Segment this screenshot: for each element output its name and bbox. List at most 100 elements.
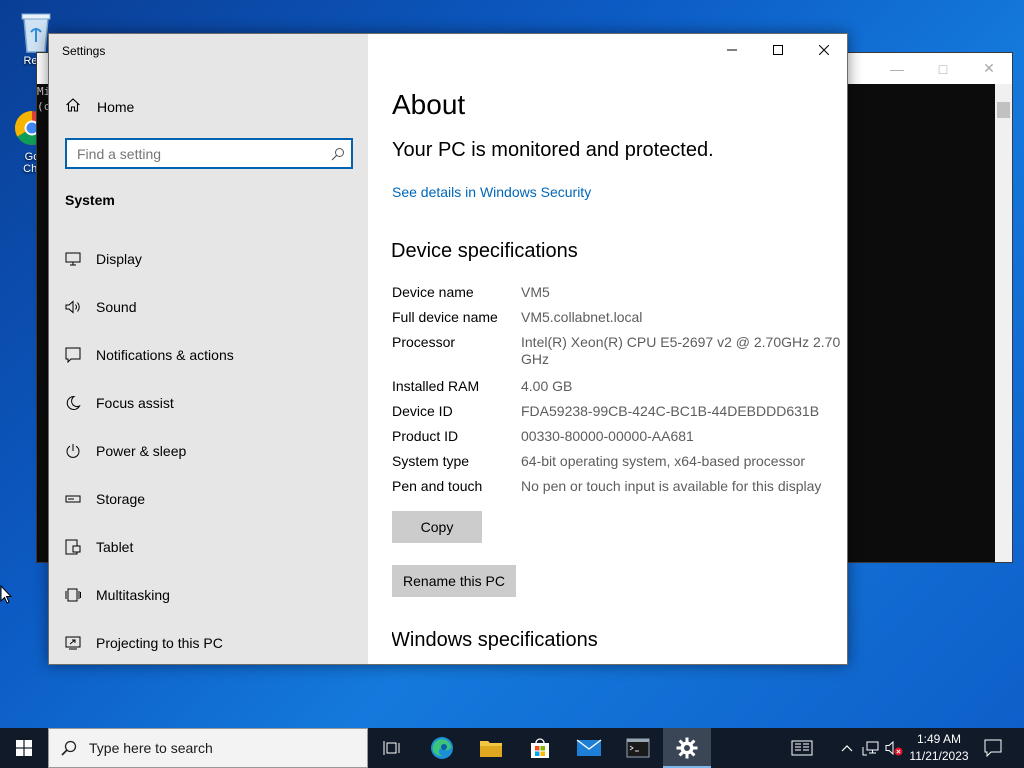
spec-value[interactable]: No pen or touch input is available for t…: [521, 478, 841, 503]
taskbar: Type here to search 1:49 AM 11/21/2023: [0, 728, 1024, 768]
edge-icon: [431, 737, 453, 759]
window-title: Settings: [62, 44, 106, 58]
settings-search-box[interactable]: [65, 138, 353, 169]
spec-key: Full device name: [392, 309, 498, 325]
nav-item-label: Multitasking: [96, 587, 170, 603]
spec-value[interactable]: VM5.collabnet.local: [521, 309, 841, 334]
spec-value[interactable]: 00330-80000-00000-AA681: [521, 428, 841, 453]
nav-item-label: Tablet: [96, 539, 134, 555]
volume-button[interactable]: [884, 728, 904, 768]
mail-taskbar-button[interactable]: [565, 728, 613, 768]
network-status-button[interactable]: [860, 728, 882, 768]
spec-key: Installed RAM: [392, 378, 480, 394]
display-icon: [64, 250, 82, 268]
settings-window[interactable]: Settings Home System Display: [48, 33, 848, 665]
windows-logo-icon: [16, 740, 32, 756]
gear-icon: [676, 737, 698, 759]
mail-icon: [576, 739, 602, 756]
nav-item-display[interactable]: Display: [49, 235, 368, 283]
store-taskbar-button[interactable]: [516, 728, 564, 768]
task-view-button[interactable]: [368, 728, 416, 768]
spec-row: Processor Intel(R) Xeon(R) CPU E5-2697 v…: [392, 334, 841, 378]
nav-item-focus-assist[interactable]: Focus assist: [49, 379, 368, 427]
spec-value[interactable]: VM5: [521, 284, 841, 309]
tablet-icon: [64, 538, 82, 556]
focus-assist-icon: [64, 394, 82, 412]
spec-row: Pen and touch No pen or touch input is a…: [392, 478, 841, 503]
nav-item-label: Focus assist: [96, 395, 174, 411]
mouse-cursor: [0, 584, 13, 610]
taskbar-search-box[interactable]: Type here to search: [48, 728, 368, 768]
volume-muted-icon: [885, 740, 903, 756]
file-explorer-icon: [480, 741, 502, 757]
spec-row: Device ID FDA59238-99CB-424C-BC1B-44DEBD…: [392, 403, 841, 428]
spec-value[interactable]: FDA59238-99CB-424C-BC1B-44DEBDDD631B: [521, 403, 841, 428]
settings-search-input[interactable]: [67, 140, 325, 167]
file-explorer-taskbar-button[interactable]: [467, 728, 515, 768]
nav-home-label: Home: [97, 99, 135, 115]
command-prompt-taskbar-button[interactable]: [614, 728, 662, 768]
spec-key: Processor: [392, 334, 456, 350]
settings-nav-pane: Settings Home System Display: [49, 34, 368, 664]
console-close-button[interactable]: ✕: [966, 53, 1012, 84]
home-icon: [65, 97, 81, 118]
spec-key: Product ID: [392, 428, 459, 444]
clock-date: 11/21/2023: [909, 749, 969, 763]
spec-key: Device ID: [392, 403, 453, 419]
news-icon: [791, 740, 813, 756]
nav-item-power-sleep[interactable]: Power & sleep: [49, 427, 368, 475]
spec-row: Device name VM5: [392, 284, 841, 309]
windows-specifications-heading: Windows specifications: [392, 629, 598, 651]
multitasking-icon: [64, 586, 82, 604]
spec-key: Device name: [392, 284, 474, 300]
console-maximize-button[interactable]: □: [920, 53, 966, 84]
console-scrollbar-thumb[interactable]: [997, 102, 1010, 118]
notifications-icon: [64, 346, 82, 364]
spec-key: System type: [392, 453, 470, 469]
nav-item-storage[interactable]: Storage: [49, 475, 368, 523]
windows-security-link[interactable]: See details in Windows Security: [392, 184, 591, 200]
show-hidden-icons-button[interactable]: [838, 728, 856, 768]
nav-item-notifications[interactable]: Notifications & actions: [49, 331, 368, 379]
taskbar-search-text: Type here to search: [89, 740, 213, 756]
protection-status: Your PC is monitored and protected.: [392, 139, 714, 161]
edge-taskbar-button[interactable]: [418, 728, 466, 768]
nav-item-label: Display: [96, 251, 142, 267]
nav-item-projecting[interactable]: Projecting to this PC: [49, 619, 368, 667]
spec-row: System type 64-bit operating system, x64…: [392, 453, 841, 478]
spec-value[interactable]: 4.00 GB: [521, 378, 841, 403]
rename-pc-button[interactable]: Rename this PC: [392, 565, 516, 597]
network-icon: [862, 741, 879, 756]
projecting-icon: [64, 634, 82, 652]
device-specifications-heading: Device specifications: [392, 240, 578, 262]
nav-section-title: System: [65, 192, 115, 208]
store-icon: [531, 738, 549, 758]
page-title: About: [392, 89, 466, 120]
nav-item-label: Sound: [96, 299, 137, 315]
action-center-button[interactable]: [978, 728, 1008, 768]
start-button[interactable]: [0, 728, 48, 768]
power-icon: [64, 442, 82, 460]
news-widget-button[interactable]: [784, 728, 820, 768]
search-icon: [49, 740, 89, 756]
search-icon[interactable]: [325, 147, 351, 161]
spec-value[interactable]: Intel(R) Xeon(R) CPU E5-2697 v2 @ 2.70GH…: [521, 334, 841, 378]
settings-taskbar-button[interactable]: [663, 728, 711, 768]
console-scrollbar[interactable]: [995, 84, 1012, 562]
nav-item-label: Storage: [96, 491, 146, 507]
spec-row: Installed RAM 4.00 GB: [392, 378, 841, 403]
about-content: About Your PC is monitored and protected…: [392, 34, 847, 664]
spec-row: Product ID 00330-80000-00000-AA681: [392, 428, 841, 453]
copy-button[interactable]: Copy: [392, 511, 482, 543]
nav-item-multitasking[interactable]: Multitasking: [49, 571, 368, 619]
nav-item-tablet[interactable]: Tablet: [49, 523, 368, 571]
taskbar-clock[interactable]: 1:49 AM 11/21/2023: [904, 731, 974, 765]
nav-home[interactable]: Home: [65, 97, 134, 117]
console-minimize-button[interactable]: —: [874, 53, 920, 84]
chevron-up-icon: [841, 745, 853, 752]
spec-value[interactable]: 64-bit operating system, x64-based proce…: [521, 453, 841, 478]
nav-item-label: Power & sleep: [96, 443, 187, 459]
task-view-icon: [383, 741, 400, 755]
device-specs-table: Device name VM5 Full device name VM5.col…: [392, 284, 841, 503]
nav-item-sound[interactable]: Sound: [49, 283, 368, 331]
